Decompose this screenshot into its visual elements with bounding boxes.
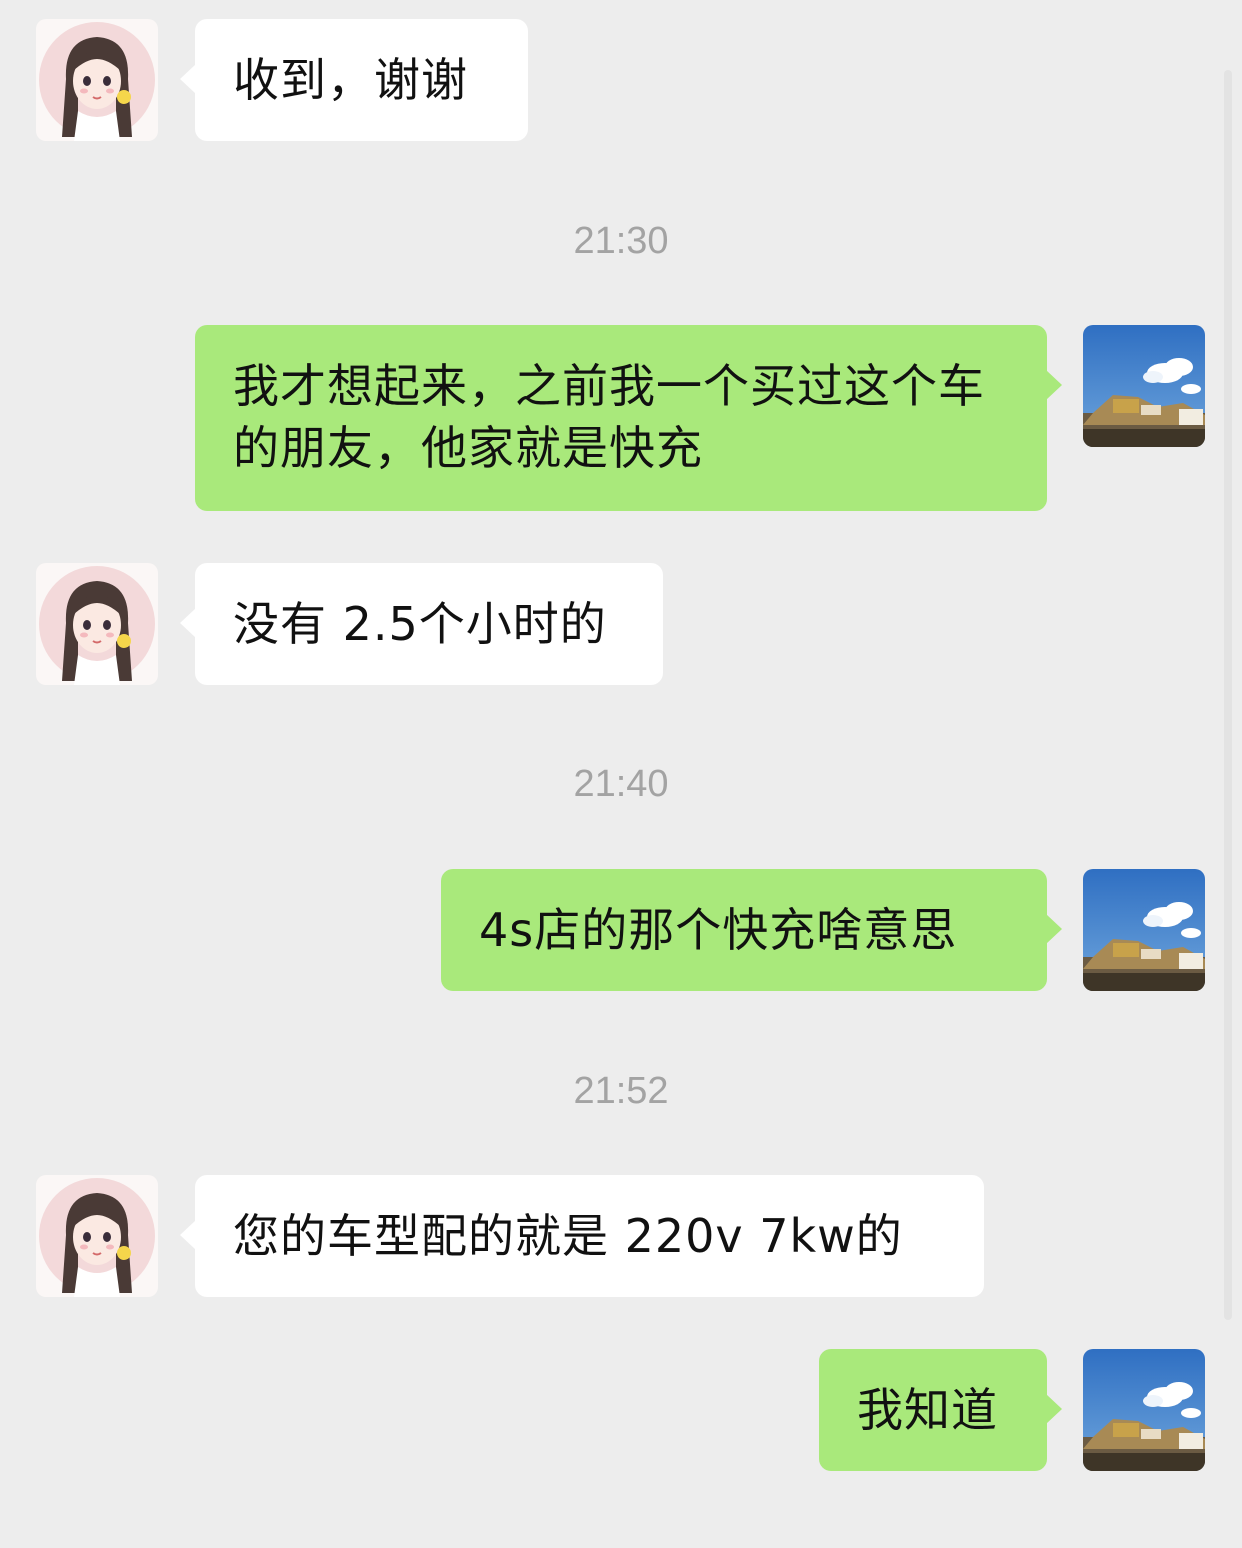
landscape-avatar-icon[interactable] [1083,1349,1205,1471]
scrollbar[interactable] [1224,70,1232,1320]
timestamp: 21:52 [573,1070,669,1112]
message-text: 我才想起来，之前我一个买过这个车的朋友，他家就是快充 [233,359,985,475]
message-text: 4s店的那个快充啥意思 [479,903,958,957]
incoming-message-bubble[interactable]: 您的车型配的就是 220v 7kw的 [180,1175,984,1297]
timestamp: 21:40 [573,763,669,805]
chat-history[interactable]: 收到，谢谢 21:30 我才想起来，之前我一个买过这个车的朋友，他家就是快充 没… [0,0,1242,1548]
message-text: 我知道 [857,1383,998,1437]
girl-avatar-icon[interactable] [36,1175,158,1297]
incoming-message-bubble[interactable]: 没有 2.5个小时的 [180,563,663,685]
outgoing-message-bubble[interactable]: 4s店的那个快充啥意思 [441,869,1062,991]
landscape-avatar-icon[interactable] [1083,869,1205,991]
girl-avatar-icon[interactable] [36,19,158,141]
outgoing-message-bubble[interactable]: 我知道 [819,1349,1062,1471]
landscape-avatar-icon[interactable] [1083,325,1205,447]
girl-avatar-icon[interactable] [36,563,158,685]
message-text: 收到，谢谢 [233,53,468,107]
message-text: 没有 2.5个小时的 [233,597,607,651]
outgoing-message-bubble[interactable]: 我才想起来，之前我一个买过这个车的朋友，他家就是快充 [195,325,1062,511]
message-text: 您的车型配的就是 220v 7kw的 [233,1209,903,1263]
timestamp: 21:30 [573,220,669,262]
incoming-message-bubble[interactable]: 收到，谢谢 [180,19,528,141]
